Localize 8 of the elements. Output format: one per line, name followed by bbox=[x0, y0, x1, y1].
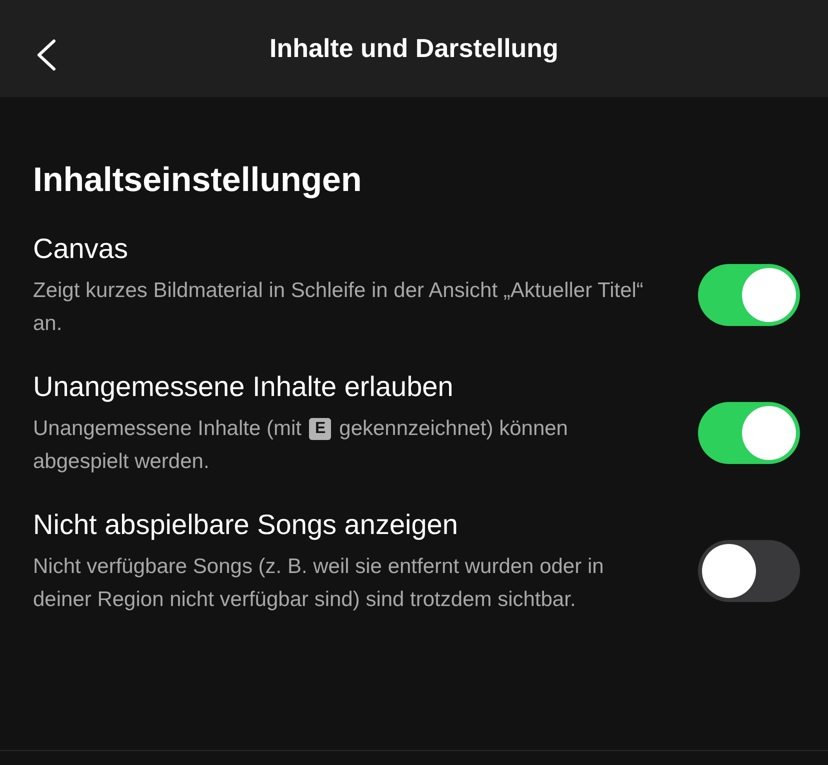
setting-title: Canvas bbox=[33, 232, 129, 266]
setting-title: Unangemessene Inhalte erlauben bbox=[33, 370, 454, 404]
section-title: Inhaltseinstellungen bbox=[33, 160, 363, 201]
setting-description: Zeigt kurzes Bildmaterial in Schleife in der Ansicht „Aktueller Titel“ an. bbox=[33, 278, 644, 336]
setting-description: Unangemessene Inhalte (mit E gekennzeichnet) können abgespielt werden. bbox=[33, 416, 569, 474]
setting-title: Nicht abspielbare Songs anzeigen bbox=[33, 508, 459, 542]
screen-title: Inhalte und Darstellung bbox=[270, 32, 558, 65]
setting-description: Nicht verfügbare Songs (z. B. weil sie entfernt wurden oder in deiner Region nicht verfügbar sind) sind trotzdem sichtbar. bbox=[33, 554, 605, 612]
